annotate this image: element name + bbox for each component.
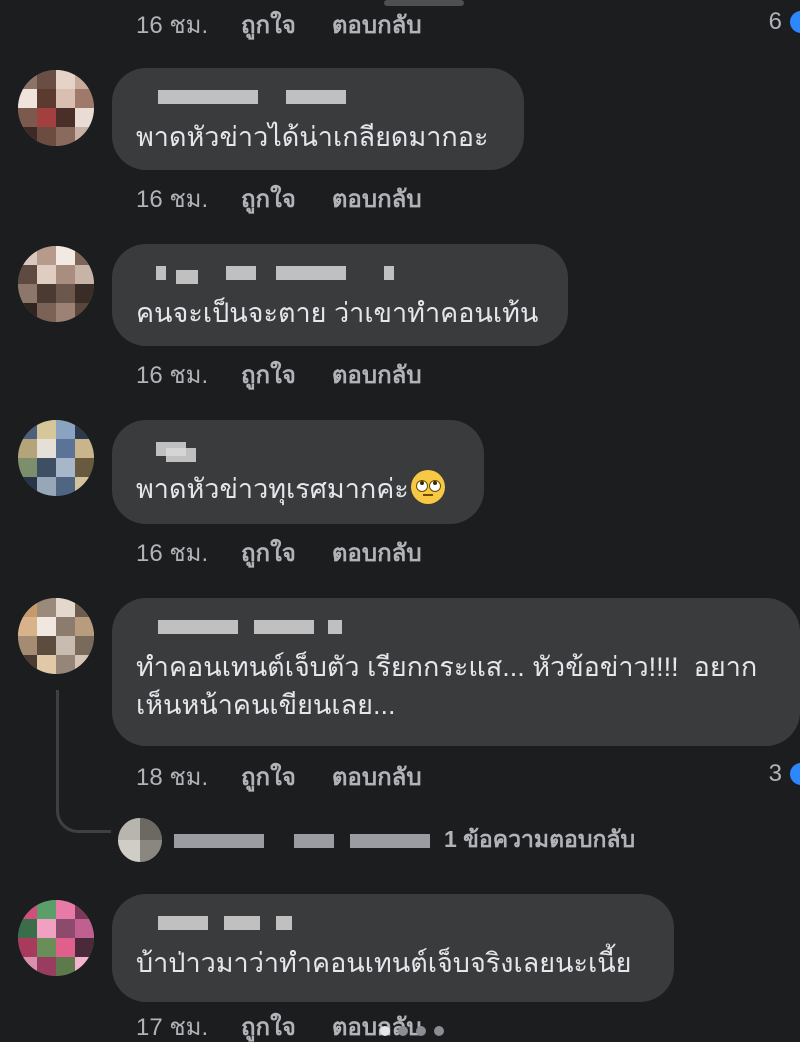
reply-button[interactable]: ตอบกลับ xyxy=(332,1007,422,1042)
reply-thread-line xyxy=(56,690,111,833)
avatar xyxy=(118,818,162,862)
like-button[interactable]: ถูกใจ xyxy=(241,179,296,218)
like-reaction-icon xyxy=(790,11,800,33)
like-button[interactable]: ถูกใจ xyxy=(241,5,296,44)
face-with-rolling-eyes-icon xyxy=(410,470,445,504)
reply-button[interactable]: ตอบกลับ xyxy=(332,5,422,44)
view-replies-link[interactable]: 1 ข้อความตอบกลับ xyxy=(444,822,635,858)
comment-meta-row: 16 ชม. ถูกใจ ตอบกลับ xyxy=(136,532,422,572)
comment-meta-row: 18 ชม. ถูกใจ ตอบกลับ xyxy=(136,756,422,796)
comment-text: พาดหัวข่าวได้น่าเกลียดมากอะ xyxy=(136,122,489,152)
comment-meta-row: 17 ชม. ถูกใจ ตอบกลับ xyxy=(136,1006,422,1042)
avatar[interactable] xyxy=(18,420,94,496)
comment-bubble[interactable]: พาดหัวข่าวได้น่าเกลียดมากอะ xyxy=(112,68,524,170)
like-button[interactable]: ถูกใจ xyxy=(241,533,296,572)
author-name-redacted[interactable] xyxy=(136,616,774,638)
like-reaction-icon xyxy=(790,763,800,785)
reaction-count-value: 6 xyxy=(768,8,782,35)
comments-screen: 16 ชม. ถูกใจ ตอบกลับ 6 พาดหัวข่าวได้น่าเ… xyxy=(0,0,800,1042)
comment-meta-row: 16 ชม. ถูกใจ ตอบกลับ xyxy=(136,4,422,44)
comment-time: 16 ชม. xyxy=(136,539,209,567)
comment-bubble[interactable]: พาดหัวข่าวทุเรศมากค่ะ xyxy=(112,420,484,524)
comment-meta-row: 16 ชม. ถูกใจ ตอบกลับ xyxy=(136,354,422,394)
page-dot xyxy=(434,1026,444,1036)
comment-meta-row: 16 ชม. ถูกใจ ตอบกลับ xyxy=(136,178,422,218)
like-button[interactable]: ถูกใจ xyxy=(241,355,296,394)
comment-bubble[interactable]: บ้าป่าวมาว่าทำคอนเทนต์เจ็บจริงเลยนะเนี้ย xyxy=(112,894,674,1002)
comment-time: 16 ชม. xyxy=(136,185,209,213)
page-dot xyxy=(416,1026,426,1036)
replier-names-redacted xyxy=(174,830,444,850)
comment-time: 17 ชม. xyxy=(136,1013,209,1041)
author-name-redacted[interactable] xyxy=(136,912,648,934)
like-button[interactable]: ถูกใจ xyxy=(241,757,296,796)
author-name-redacted[interactable] xyxy=(136,86,498,108)
comment-text: พาดหัวข่าวทุเรศมากค่ะ xyxy=(136,470,458,508)
comment-text: ทำคอนเทนต์เจ็บตัว เรียกกระแส... หัวข้อข่… xyxy=(136,652,758,720)
page-dot-active xyxy=(380,1026,390,1036)
author-name-redacted[interactable] xyxy=(136,262,542,284)
comment-bubble[interactable]: ทำคอนเทนต์เจ็บตัว เรียกกระแส... หัวข้อข่… xyxy=(112,598,800,746)
avatar[interactable] xyxy=(18,70,94,146)
page-indicator xyxy=(380,1026,444,1036)
avatar[interactable] xyxy=(18,900,94,976)
reply-button[interactable]: ตอบกลับ xyxy=(332,533,422,572)
comment-time: 18 ชม. xyxy=(136,763,209,791)
page-dot xyxy=(398,1026,408,1036)
comment-time: 16 ชม. xyxy=(136,361,209,389)
reaction-count[interactable]: 3 xyxy=(768,760,800,788)
comment-text-value: พาดหัวข่าวทุเรศมากค่ะ xyxy=(136,474,409,504)
comment-bubble[interactable]: คนจะเป็นจะตาย ว่าเขาทำคอนเท้น xyxy=(112,244,568,346)
reply-button[interactable]: ตอบกลับ xyxy=(332,757,422,796)
comment-text: บ้าป่าวมาว่าทำคอนเทนต์เจ็บจริงเลยนะเนี้ย xyxy=(136,948,632,978)
avatar[interactable] xyxy=(18,598,94,674)
like-button[interactable]: ถูกใจ xyxy=(241,1007,296,1042)
comment-time: 16 ชม. xyxy=(136,11,209,39)
view-replies-row[interactable]: 1 ข้อความตอบกลับ xyxy=(118,816,635,864)
avatar[interactable] xyxy=(18,246,94,322)
author-name-redacted[interactable] xyxy=(136,438,458,462)
comment-text: คนจะเป็นจะตาย ว่าเขาทำคอนเท้น xyxy=(136,298,539,328)
reply-button[interactable]: ตอบกลับ xyxy=(332,355,422,394)
reaction-count-value: 3 xyxy=(768,760,782,787)
reply-button[interactable]: ตอบกลับ xyxy=(332,179,422,218)
reaction-count[interactable]: 6 xyxy=(768,8,800,36)
